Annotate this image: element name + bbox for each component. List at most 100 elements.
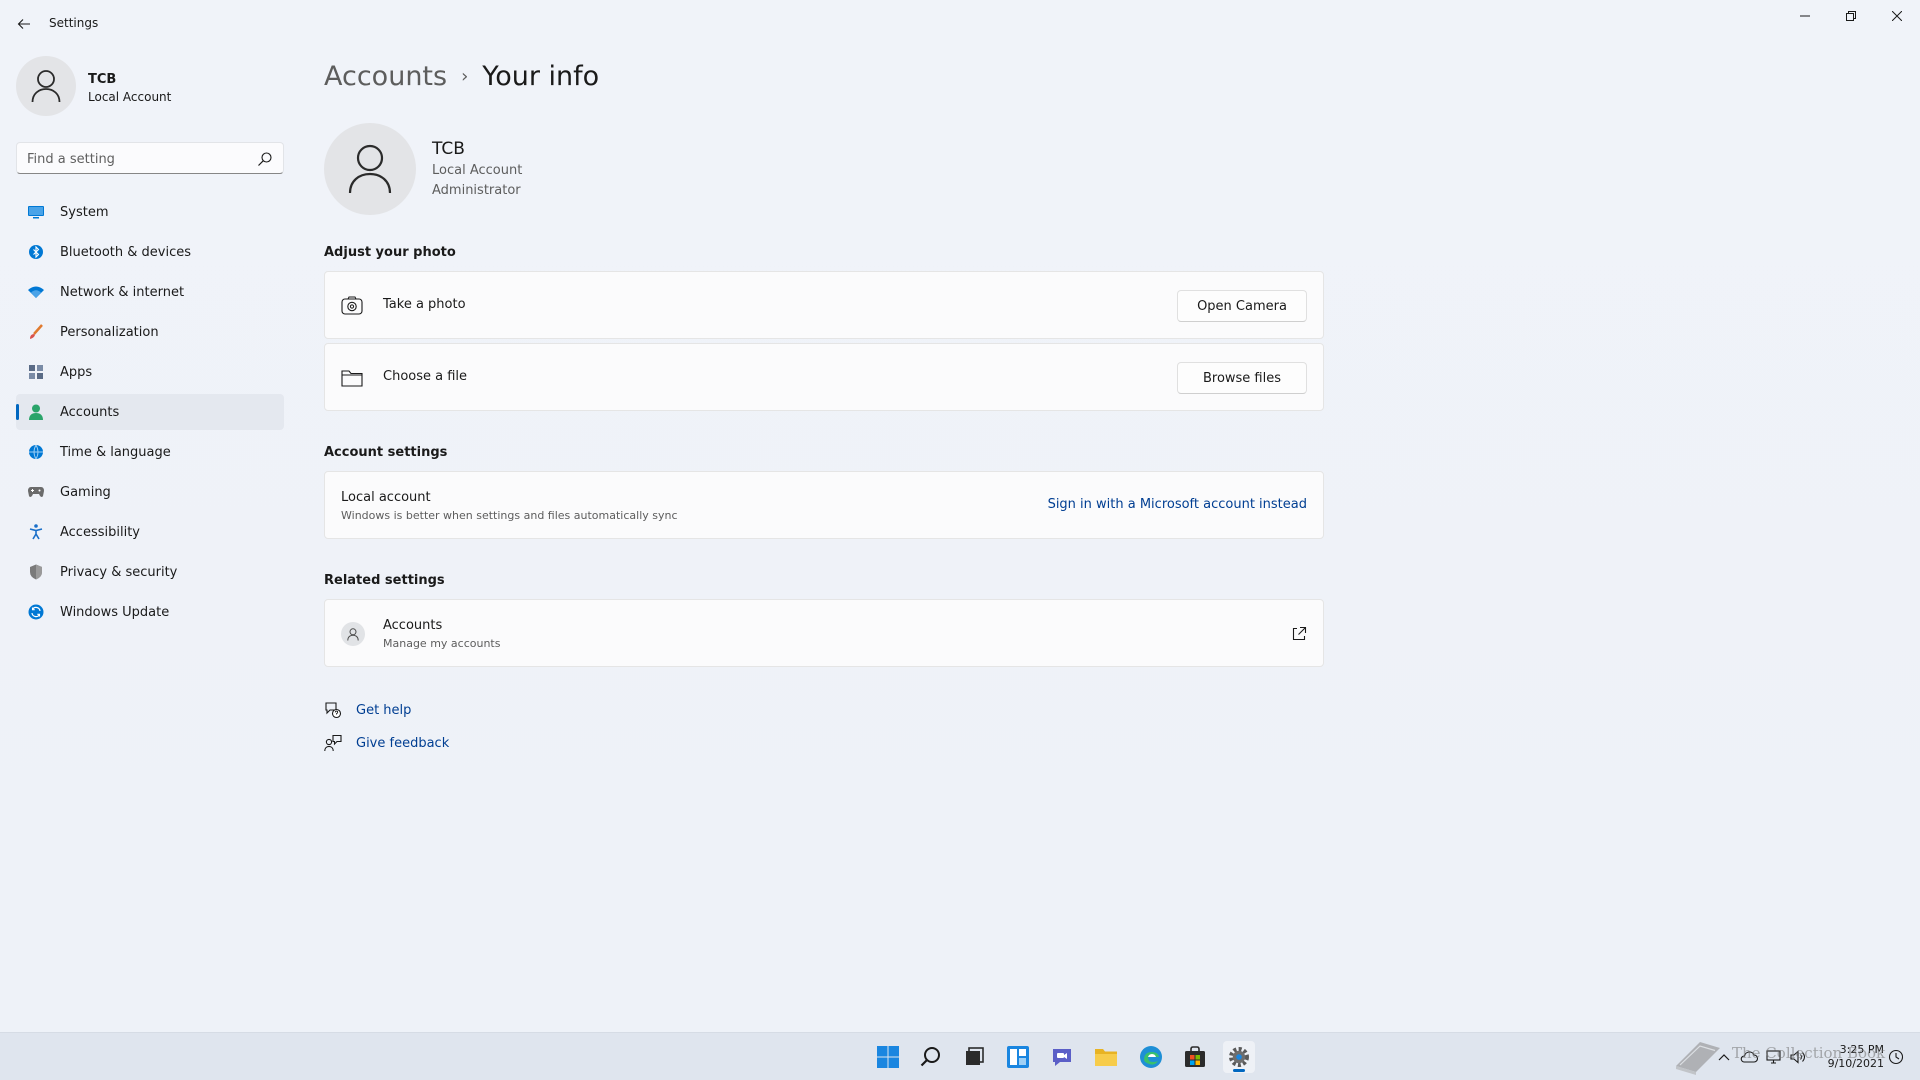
person-circle-icon xyxy=(341,622,365,646)
chevron-right-icon: › xyxy=(461,65,469,87)
camera-icon xyxy=(341,296,363,315)
wifi-icon xyxy=(28,284,44,300)
section-title-adjust-photo: Adjust your photo xyxy=(324,245,456,260)
related-accounts-description: Manage my accounts xyxy=(383,637,501,650)
help-chat-icon xyxy=(325,702,342,719)
sidebar-item-accessibility[interactable]: Accessibility xyxy=(16,514,284,550)
taskbar-search-button[interactable] xyxy=(915,1041,947,1073)
local-account-description: Windows is better when settings and file… xyxy=(341,509,678,522)
profile-type: Local Account xyxy=(88,90,172,104)
give-feedback-row[interactable]: Give feedback xyxy=(324,733,449,753)
taskbar: 3:25 PM 9/10/2021 xyxy=(0,1032,1920,1080)
choose-file-label: Choose a file xyxy=(383,369,468,384)
windows-logo-icon xyxy=(877,1046,899,1068)
sidebar-item-personalization[interactable]: Personalization xyxy=(16,314,284,350)
local-account-card: Local account Windows is better when set… xyxy=(324,471,1324,539)
related-accounts-card[interactable]: Accounts Manage my accounts xyxy=(324,599,1324,667)
person-icon xyxy=(28,404,44,420)
open-external-icon xyxy=(1292,626,1307,641)
browse-files-button[interactable]: Browse files xyxy=(1177,362,1307,394)
settings-window: Settings TCB Local Account System Blueto… xyxy=(0,0,1920,1032)
file-explorer-button[interactable] xyxy=(1090,1041,1122,1073)
folder-icon xyxy=(1095,1049,1117,1066)
sidebar-item-system[interactable]: System xyxy=(16,194,284,230)
apps-icon xyxy=(28,364,44,380)
user-role: Administrator xyxy=(432,183,521,198)
sidebar-item-label: Gaming xyxy=(60,484,111,500)
task-view-button[interactable] xyxy=(958,1041,990,1073)
book-icon xyxy=(1676,1042,1720,1075)
search-icon xyxy=(920,1047,940,1067)
chat-button[interactable] xyxy=(1046,1041,1078,1073)
minimize-icon xyxy=(1800,15,1810,17)
bluetooth-icon xyxy=(28,244,44,260)
choose-file-card: Choose a file Browse files xyxy=(324,343,1324,411)
page-title: Your info xyxy=(482,60,600,92)
sidebar-item-label: Time & language xyxy=(60,444,171,460)
title-bar: Settings xyxy=(0,0,1920,48)
store-icon xyxy=(1185,1046,1205,1067)
gamepad-icon xyxy=(28,484,44,500)
sidebar-item-label: Accessibility xyxy=(60,524,140,540)
close-icon xyxy=(1892,11,1902,21)
sign-in-microsoft-link[interactable]: Sign in with a Microsoft account instead xyxy=(1048,497,1307,512)
get-help-link[interactable]: Get help xyxy=(356,703,411,718)
sidebar-item-label: Accounts xyxy=(60,404,120,420)
chat-icon xyxy=(1053,1049,1071,1066)
person-icon xyxy=(31,70,61,103)
search-input[interactable] xyxy=(27,149,247,169)
give-feedback-link[interactable]: Give feedback xyxy=(356,736,449,751)
open-camera-button[interactable]: Open Camera xyxy=(1177,290,1307,322)
user-account-type: Local Account xyxy=(432,163,523,178)
sidebar-item-apps[interactable]: Apps xyxy=(16,354,284,390)
store-button[interactable] xyxy=(1179,1041,1211,1073)
brush-icon xyxy=(28,324,44,340)
widgets-button[interactable] xyxy=(1002,1041,1034,1073)
watermark: The Collection Book xyxy=(1670,1036,1920,1076)
task-view-icon xyxy=(966,1047,984,1065)
search-box[interactable] xyxy=(16,142,284,174)
sidebar-item-label: Personalization xyxy=(60,324,159,340)
section-title-related-settings: Related settings xyxy=(324,573,445,588)
sidebar-item-label: Apps xyxy=(60,364,93,380)
sidebar-item-bluetooth[interactable]: Bluetooth & devices xyxy=(16,234,284,270)
sidebar-item-label: Network & internet xyxy=(60,284,185,300)
sidebar-item-label: Bluetooth & devices xyxy=(60,244,191,260)
sidebar-item-gaming[interactable]: Gaming xyxy=(16,474,284,510)
start-button[interactable] xyxy=(872,1041,904,1073)
sidebar-item-time-language[interactable]: Time & language xyxy=(16,434,284,470)
arrow-left-icon xyxy=(17,19,30,29)
take-photo-label: Take a photo xyxy=(383,297,466,312)
search-icon[interactable] xyxy=(257,151,273,167)
breadcrumb-parent[interactable]: Accounts xyxy=(324,61,447,92)
update-icon xyxy=(28,604,44,620)
avatar xyxy=(16,56,76,116)
edge-icon xyxy=(1140,1046,1162,1068)
restore-button[interactable] xyxy=(1828,0,1874,32)
shield-icon xyxy=(28,564,44,580)
minimize-button[interactable] xyxy=(1782,0,1828,32)
monitor-icon xyxy=(28,204,44,220)
back-button[interactable] xyxy=(12,12,36,36)
user-name: TCB xyxy=(432,139,465,159)
sidebar-item-label: Windows Update xyxy=(60,604,170,620)
watermark-text: The Collection Book xyxy=(1732,1044,1886,1062)
restore-icon xyxy=(1846,11,1856,21)
gear-icon xyxy=(1229,1047,1249,1067)
related-accounts-label: Accounts xyxy=(383,618,443,633)
close-button[interactable] xyxy=(1874,0,1920,32)
profile-name: TCB xyxy=(88,72,117,87)
globe-clock-icon xyxy=(28,444,44,460)
sidebar-profile[interactable]: TCB Local Account xyxy=(16,56,286,120)
get-help-row[interactable]: Get help xyxy=(324,700,411,720)
settings-taskbar-button[interactable] xyxy=(1223,1041,1255,1073)
sidebar-item-privacy-security[interactable]: Privacy & security xyxy=(16,554,284,590)
feedback-icon xyxy=(324,734,342,752)
sidebar-item-windows-update[interactable]: Windows Update xyxy=(16,594,284,630)
sidebar-item-accounts[interactable]: Accounts xyxy=(16,394,284,430)
accessibility-icon xyxy=(28,524,44,540)
local-account-label: Local account xyxy=(341,490,431,505)
section-title-account-settings: Account settings xyxy=(324,445,448,460)
edge-button[interactable] xyxy=(1135,1041,1167,1073)
sidebar-item-network[interactable]: Network & internet xyxy=(16,274,284,310)
